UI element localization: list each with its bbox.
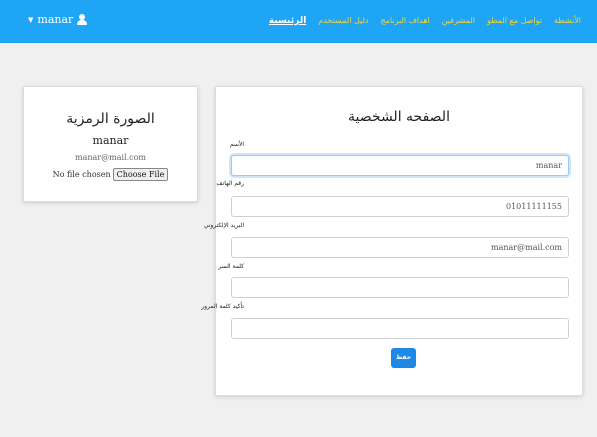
profile-name: manar bbox=[92, 134, 129, 147]
name-label: الأسم bbox=[229, 141, 244, 148]
user-menu[interactable]: ▼ manar bbox=[28, 13, 88, 26]
avatar-card-title: الصورة الرمزية bbox=[66, 111, 155, 127]
email-input[interactable]: manar@mail.com bbox=[231, 237, 569, 258]
password-label: كلمة السر bbox=[218, 263, 244, 270]
caret-down-icon: ▼ bbox=[28, 15, 34, 24]
profile-form-card: الصفحه الشخصية الأسم manar رقم الهاتف 01… bbox=[201, 86, 583, 396]
phone-input[interactable]: 01011111155 bbox=[231, 196, 569, 217]
password-input[interactable] bbox=[231, 277, 569, 298]
file-status-text: No file chosen bbox=[52, 170, 111, 179]
name-input[interactable]: manar bbox=[231, 155, 569, 176]
top-navbar: ▼ manar الرئيسية دليل المستخدم اهداف الب… bbox=[0, 0, 597, 43]
user-name: manar bbox=[37, 13, 74, 26]
phone-label: رقم الهاتف bbox=[216, 180, 244, 187]
profile-form-title: الصفحه الشخصية bbox=[348, 109, 450, 125]
nav-link-home[interactable]: الرئيسية bbox=[269, 14, 306, 28]
nav-link-contact-developer[interactable]: تواصل مع المطو bbox=[487, 14, 542, 28]
confirm-password-input[interactable] bbox=[231, 318, 569, 339]
nav-link-activities[interactable]: الأنشطة bbox=[554, 14, 581, 28]
nav-link-supervisors[interactable]: المشرفين bbox=[442, 14, 475, 28]
file-picker: No file chosen Choose File bbox=[24, 168, 197, 181]
save-button[interactable]: حفظ bbox=[391, 348, 416, 368]
avatar-card: الصورة الرمزية manar manar@mail.com No f… bbox=[23, 86, 198, 202]
choose-file-button[interactable]: Choose File bbox=[112, 168, 169, 181]
nav-link-user-guide[interactable]: دليل المستخدم bbox=[318, 14, 368, 28]
user-icon bbox=[77, 14, 88, 25]
nav-link-program-goals[interactable]: اهداف البرنامج bbox=[380, 14, 429, 28]
profile-email: manar@mail.com bbox=[75, 153, 146, 162]
nav-links: الرئيسية دليل المستخدم اهداف البرنامج ال… bbox=[269, 14, 581, 28]
confirm-password-label: تأكيد كلمة المرور bbox=[201, 303, 244, 310]
email-label: البريد الإلكتروني bbox=[203, 222, 244, 229]
